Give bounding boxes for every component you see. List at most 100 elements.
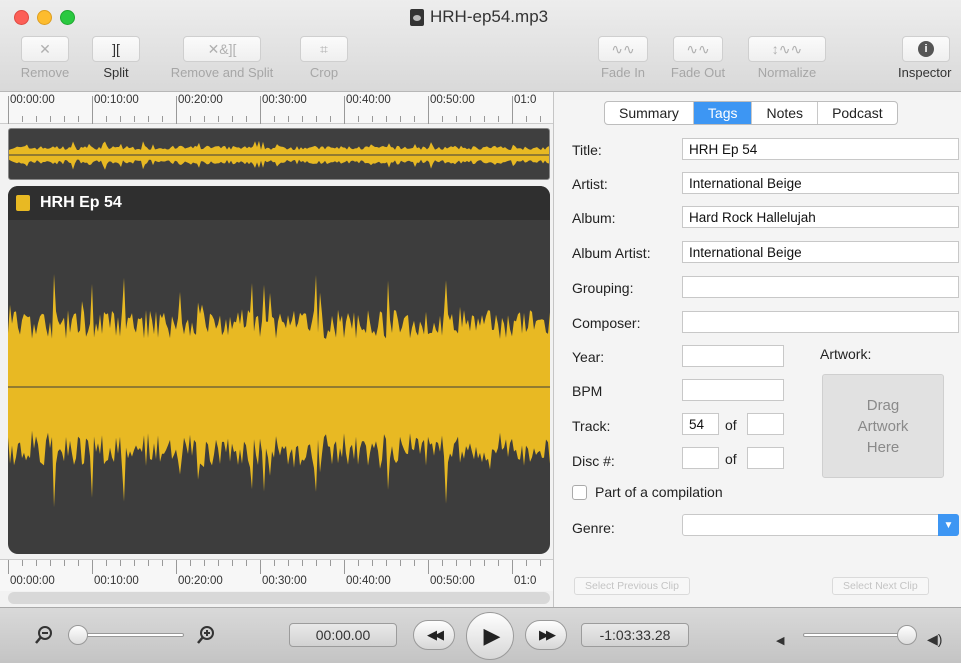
timeline-tick — [204, 560, 205, 566]
clip-waveform[interactable] — [8, 220, 550, 554]
bpm-field[interactable] — [682, 379, 784, 401]
crop-icon[interactable]: ⌗ — [300, 36, 348, 62]
zoom-in-icon[interactable] — [196, 625, 216, 645]
select-next-clip-button[interactable]: Select Next Clip — [832, 577, 929, 595]
timeline-tick — [372, 116, 373, 122]
timeline-tick — [78, 116, 79, 122]
timeline-tick — [232, 560, 233, 566]
timeline-tick — [36, 116, 37, 122]
timeline-ruler-bottom[interactable]: 00:00:00 00:10:00 00:20:00 00:30:00 00:40:00… — [0, 559, 553, 591]
track-label: Track: — [572, 418, 611, 434]
overview-waveform[interactable] — [8, 128, 550, 180]
title-field[interactable]: HRH Ep 54 — [682, 138, 959, 160]
timeline-tick — [232, 116, 233, 122]
compilation-checkbox[interactable] — [572, 484, 587, 500]
fade-in-tool[interactable]: ∿∿ Fade In — [593, 36, 653, 80]
normalize-icon[interactable]: ↕∿∿ — [748, 36, 826, 62]
current-time-display: 00:00.00 — [289, 623, 397, 647]
minimize-window-button[interactable] — [37, 10, 52, 25]
split-label: Split — [103, 65, 129, 80]
timeline-tick — [414, 560, 415, 566]
timeline-tick — [148, 560, 149, 566]
track-of-label: of — [725, 417, 737, 433]
timeline-ruler-top[interactable]: 00:00:00 00:10:00 00:20:00 00:30:00 00:40:00… — [0, 92, 553, 124]
zoom-window-button[interactable] — [60, 10, 75, 25]
info-icon[interactable]: i — [902, 36, 950, 62]
timeline-tick — [106, 116, 107, 122]
timeline-tick — [8, 96, 9, 124]
artist-field[interactable]: International Beige — [682, 172, 959, 194]
grouping-field[interactable] — [682, 276, 959, 298]
compilation-row[interactable]: Part of a compilation — [572, 484, 723, 500]
play-button[interactable]: ▶ — [466, 612, 514, 660]
album-field[interactable]: Hard Rock Hallelujah — [682, 206, 959, 228]
timeline-tick — [470, 116, 471, 122]
disc-total-field[interactable] — [747, 447, 784, 469]
remove-and-split-tool[interactable]: ✕&][ Remove and Split — [156, 36, 288, 80]
window-titlebar: HRH-ep54.mp3 ✕ Remove ][ Split ✕&][ Remo… — [0, 0, 961, 92]
remaining-time-display: -1:03:33.28 — [581, 623, 689, 647]
remove-tool[interactable]: ✕ Remove — [14, 36, 76, 80]
timeline-tick — [330, 116, 331, 122]
remove-icon[interactable]: ✕ — [21, 36, 69, 62]
tab-summary[interactable]: Summary — [605, 102, 694, 124]
timeline-tick — [218, 560, 219, 566]
timeline-tick — [540, 116, 541, 122]
timeline-tick — [400, 560, 401, 566]
zoom-slider-knob[interactable] — [68, 625, 88, 645]
timeline-tick — [162, 560, 163, 566]
timeline-tick — [526, 560, 527, 566]
horizontal-scrollbar[interactable] — [8, 592, 550, 604]
volume-slider-knob[interactable] — [897, 625, 917, 645]
close-window-button[interactable] — [14, 10, 29, 25]
compilation-label: Part of a compilation — [595, 484, 723, 500]
rewind-button[interactable]: ◀◀ — [413, 620, 455, 650]
timeline-tick — [512, 96, 513, 124]
timeline-tick — [64, 560, 65, 566]
tab-notes[interactable]: Notes — [752, 102, 819, 124]
year-field[interactable] — [682, 345, 784, 367]
timeline-tick — [50, 560, 51, 566]
composer-field[interactable] — [682, 311, 959, 333]
fast-forward-button[interactable]: ▶▶ — [525, 620, 567, 650]
timeline-tick — [274, 116, 275, 122]
split-icon[interactable]: ][ — [92, 36, 140, 62]
chevron-down-icon[interactable]: ▼ — [938, 514, 959, 536]
timeline-tick — [176, 96, 177, 124]
fade-in-icon[interactable]: ∿∿ — [598, 36, 648, 62]
timeline-tick-label: 01:0 — [514, 575, 537, 587]
timeline-tick — [148, 116, 149, 122]
disc-number-field[interactable] — [682, 447, 719, 469]
timeline-tick — [260, 560, 261, 574]
audio-clip[interactable]: HRH Ep 54 — [8, 186, 550, 554]
crop-tool[interactable]: ⌗ Crop — [296, 36, 352, 80]
timeline-tick — [344, 560, 345, 574]
timeline-tick — [218, 116, 219, 122]
timeline-tick — [316, 116, 317, 122]
split-tool[interactable]: ][ Split — [88, 36, 144, 80]
timeline-tick — [512, 560, 513, 574]
zoom-out-icon[interactable] — [34, 625, 54, 645]
track-number-field[interactable]: 54 — [682, 413, 719, 435]
timeline-tick — [204, 116, 205, 122]
fade-out-tool[interactable]: ∿∿ Fade Out — [663, 36, 733, 80]
normalize-tool[interactable]: ↕∿∿ Normalize — [745, 36, 829, 80]
tab-tags[interactable]: Tags — [693, 102, 753, 124]
timeline-tick — [134, 116, 135, 122]
timeline-tick — [120, 116, 121, 122]
tab-podcast[interactable]: Podcast — [818, 102, 897, 124]
fade-out-icon[interactable]: ∿∿ — [673, 36, 723, 62]
select-previous-clip-button[interactable]: Select Previous Clip — [574, 577, 690, 595]
timeline-tick — [22, 560, 23, 566]
album-artist-field[interactable]: International Beige — [682, 241, 959, 263]
timeline-tick — [358, 116, 359, 122]
inspector-tool[interactable]: i Inspector — [896, 36, 961, 80]
timeline-tick — [78, 560, 79, 566]
timeline-tick — [428, 96, 429, 124]
genre-combobox[interactable]: ▼ — [682, 514, 959, 536]
timeline-tick-label: 00:40:00 — [346, 94, 391, 106]
remove-and-split-icon[interactable]: ✕&][ — [183, 36, 261, 62]
timeline-tick — [344, 96, 345, 124]
track-total-field[interactable] — [747, 413, 784, 435]
artwork-drop-zone[interactable]: Drag Artwork Here — [822, 374, 944, 478]
